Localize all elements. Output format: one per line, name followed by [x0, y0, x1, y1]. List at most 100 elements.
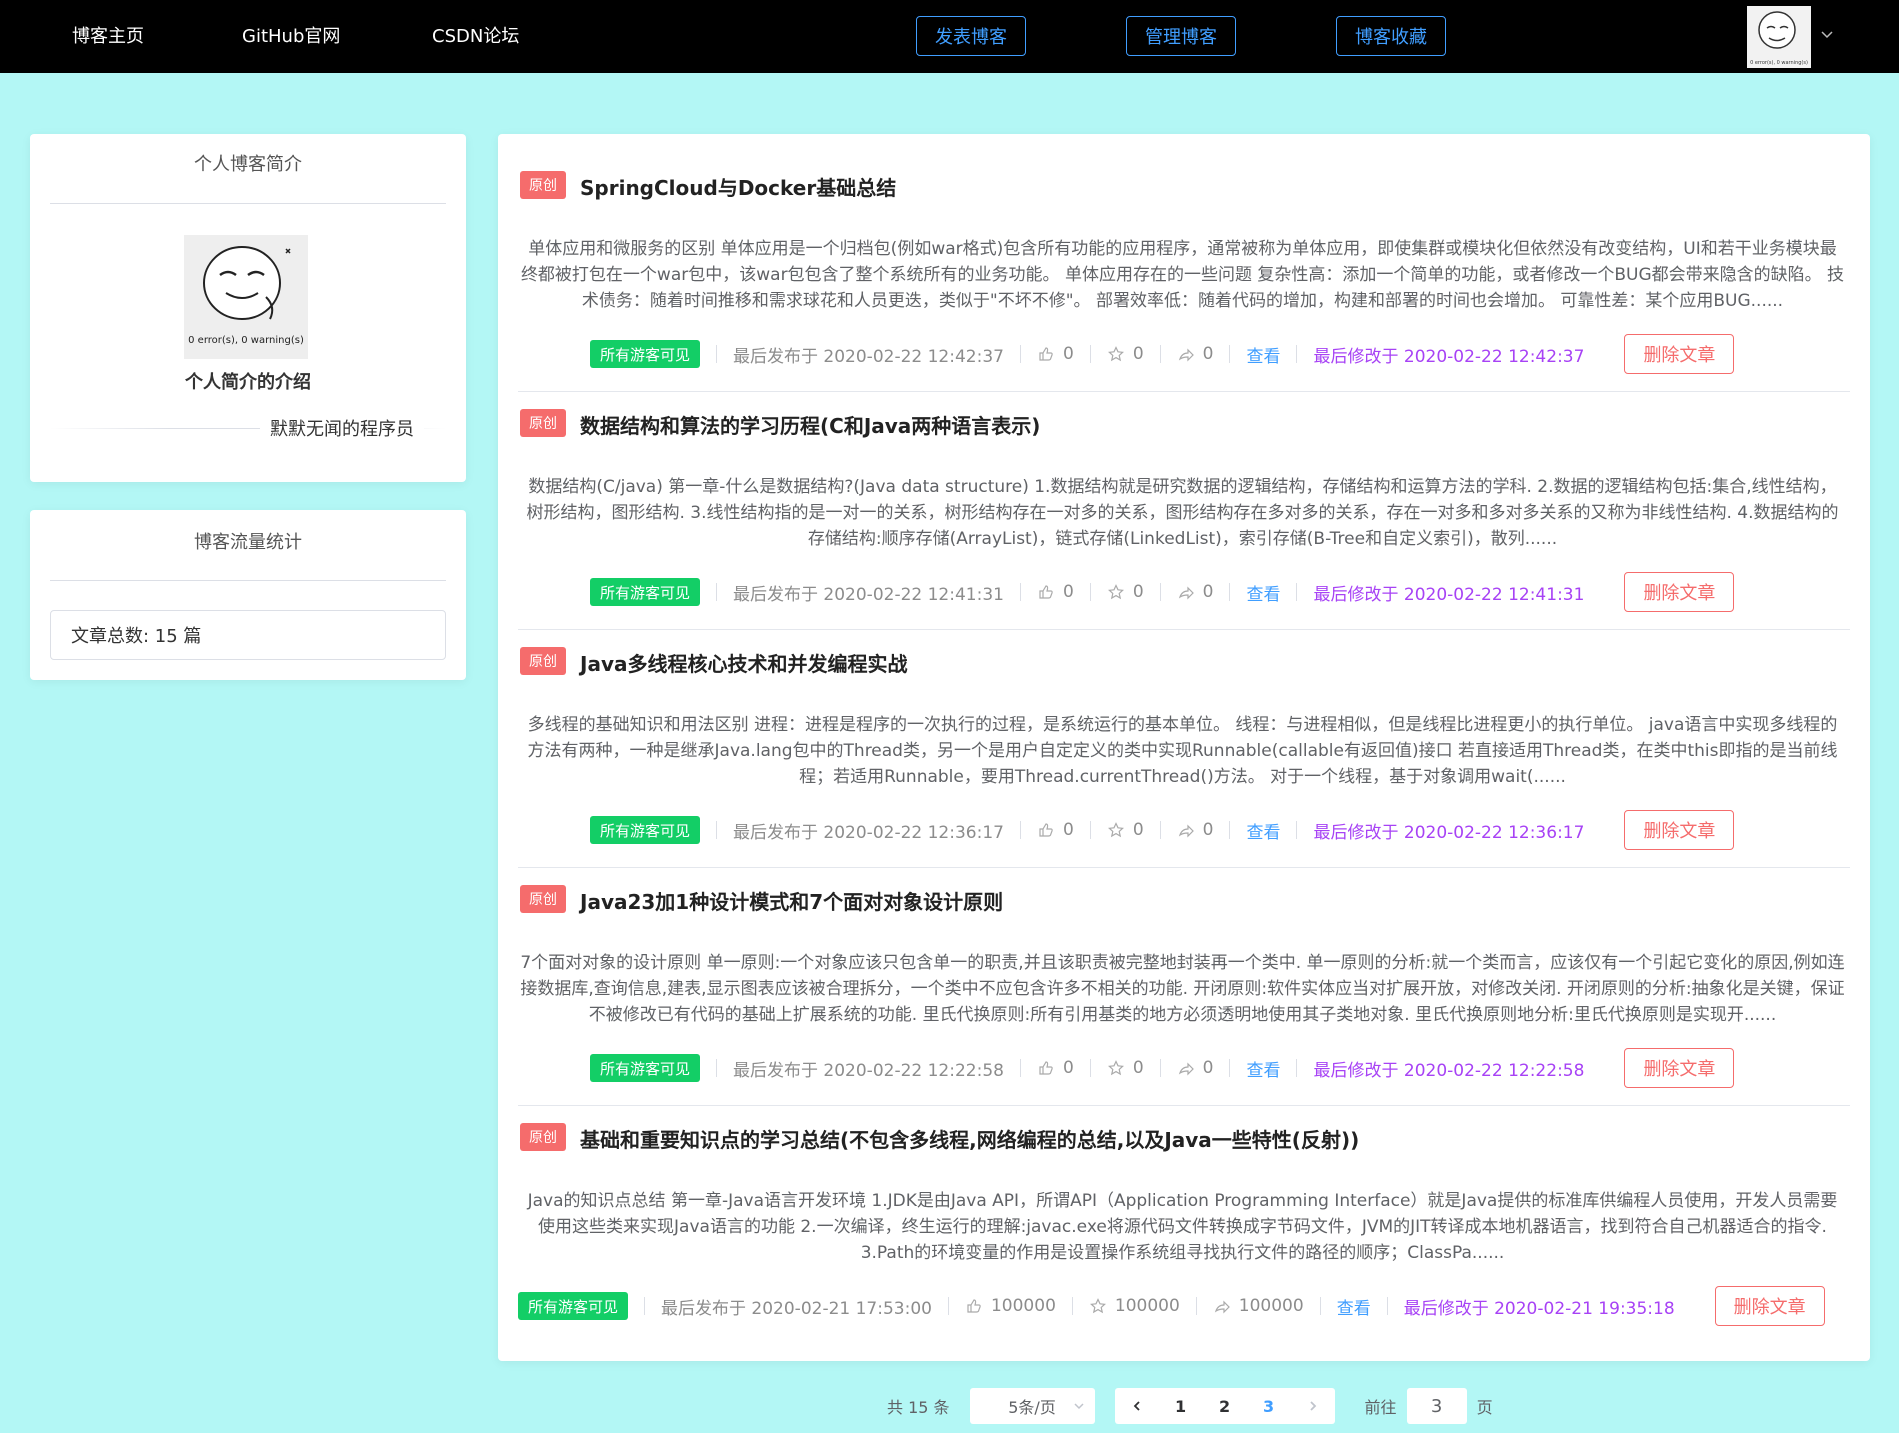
view-link[interactable]: 查看 — [1246, 342, 1280, 367]
delete-article-button[interactable]: 删除文章 — [1624, 810, 1735, 850]
article-item: 原创 Java多线程核心技术和并发编程实战 多线程的基础知识和用法区别 进程：进程是… — [498, 610, 1870, 868]
article-meta: 所有游客可见 最后发布于 2020-02-22 12:36:17 0 0 0 查看 最后修改… — [590, 810, 1735, 850]
modified-time: 最后修改于 2020-02-22 12:36:17 — [1313, 822, 1585, 843]
profile-card: 个人博客简介 0 error(s), 0 warning(s) 个人简介的介绍 … — [30, 134, 466, 482]
profile-card-title: 个人博客简介 — [194, 154, 302, 175]
star-count: 0 — [1132, 344, 1144, 364]
article-meta: 所有游客可见 最后发布于 2020-02-22 12:41:31 0 0 0 查看 最后修改… — [590, 572, 1735, 612]
thumbs-up-icon[interactable] — [1037, 345, 1055, 363]
delete-article-button[interactable]: 删除文章 — [1714, 1286, 1825, 1326]
star-icon[interactable] — [1107, 1059, 1125, 1077]
share-icon[interactable] — [1177, 821, 1195, 839]
article-item: 原创 SpringCloud与Docker基础总结单体应用和微服务的区别 单体应用… — [498, 134, 1870, 392]
user-avatar[interactable]: 0 error(s), 0 warning(s) — [1747, 6, 1811, 68]
original-badge: 原创 — [520, 885, 566, 913]
delete-article-button[interactable]: 删除文章 — [1624, 572, 1735, 612]
profile-avatar: 0 error(s), 0 warning(s) — [184, 235, 308, 359]
page-2[interactable]: 2 — [1203, 1388, 1247, 1424]
like-count: 0 — [1062, 1058, 1074, 1078]
star-icon[interactable] — [1107, 821, 1125, 839]
thumbs-up-icon[interactable] — [965, 1297, 983, 1315]
profile-heading: 个人简介的介绍 — [185, 372, 311, 393]
goto-page-input[interactable]: 3 — [1406, 1388, 1467, 1424]
stats-card: 博客流量统计 文章总数: 15 篇 — [30, 510, 466, 680]
published-time: 最后发布于 2020-02-21 17:53:00 — [661, 1298, 932, 1319]
article-meta: 所有游客可见 最后发布于 2020-02-22 12:22:58 0 0 0 查看 最后修改… — [590, 1048, 1735, 1088]
share-count: 100000 — [1238, 1296, 1304, 1316]
star-icon[interactable] — [1089, 1297, 1107, 1315]
article-summary: 7个面对对象的设计原则 单一原则:一个对象应该只包含单一的职责,并且该职责被完整… — [520, 953, 1845, 1025]
like-count: 100000 — [990, 1296, 1056, 1316]
chevron-down-icon[interactable] — [1820, 26, 1834, 40]
visibility-tag: 所有游客可见 — [590, 340, 701, 368]
manage-blog-button[interactable]: 管理博客 — [1126, 16, 1236, 56]
top-nav: 博客主页 GitHub官网 CSDN论坛 发表博客 管理博客 博客收藏 0 er… — [0, 0, 1899, 73]
delete-article-button[interactable]: 删除文章 — [1624, 1048, 1735, 1088]
published-time: 最后发布于 2020-02-22 12:36:17 — [733, 822, 1004, 843]
article-title[interactable]: 基础和重要知识点的学习总结(不包含多线程,网络编程的总结,以及Java一些特性(… — [580, 1124, 1359, 1153]
original-badge: 原创 — [520, 647, 566, 675]
avatar-caption: 0 error(s), 0 warning(s) — [188, 335, 304, 346]
thumbs-up-icon[interactable] — [1037, 821, 1055, 839]
article-title[interactable]: Java23加1种设计模式和7个面对对象设计原则 — [580, 886, 1003, 915]
article-item: 原创 数据结构和算法的学习历程(C和Java两种语言表示) 数据结构(C/java)… — [498, 372, 1870, 630]
goto-suffix: 页 — [1476, 1398, 1493, 1417]
share-icon[interactable] — [1213, 1297, 1231, 1315]
view-link[interactable]: 查看 — [1246, 580, 1280, 605]
prev-page-button[interactable] — [1115, 1388, 1159, 1424]
original-badge: 原创 — [520, 1123, 566, 1151]
article-item: 原创 Java23加1种设计模式和7个面对对象设计原则 7个面对对象的设计原则 单一… — [498, 848, 1870, 1106]
original-badge: 原创 — [520, 171, 566, 199]
share-count: 0 — [1202, 820, 1214, 840]
visibility-tag: 所有游客可见 — [590, 1054, 701, 1082]
pagination: 共 15 条 5条/页 1 2 3 前往 3 页 — [887, 1387, 1493, 1425]
modified-time: 最后修改于 2020-02-21 19:35:18 — [1403, 1298, 1675, 1319]
star-count: 0 — [1132, 1058, 1144, 1078]
article-meta: 所有游客可见 最后发布于 2020-02-22 12:42:37 0 0 0 查看 最后修改… — [590, 334, 1735, 374]
like-count: 0 — [1062, 344, 1074, 364]
view-link[interactable]: 查看 — [1246, 818, 1280, 843]
delete-article-button[interactable]: 删除文章 — [1624, 334, 1735, 374]
article-title[interactable]: 数据结构和算法的学习历程(C和Java两种语言表示) — [580, 410, 1040, 439]
original-badge: 原创 — [520, 409, 566, 437]
profile-name: 默默无闻的程序员 — [260, 415, 424, 441]
next-page-button[interactable] — [1291, 1388, 1335, 1424]
article-title[interactable]: Java多线程核心技术和并发编程实战 — [580, 648, 907, 677]
article-title[interactable]: SpringCloud与Docker基础总结 — [580, 172, 896, 201]
goto-prefix: 前往 — [1364, 1398, 1397, 1417]
chevron-left-icon — [1133, 1401, 1140, 1411]
share-count: 0 — [1202, 1058, 1214, 1078]
like-count: 0 — [1062, 820, 1074, 840]
thumbs-up-icon[interactable] — [1037, 583, 1055, 601]
page-3[interactable]: 3 — [1247, 1388, 1291, 1424]
published-time: 最后发布于 2020-02-22 12:22:58 — [733, 1060, 1004, 1081]
share-icon[interactable] — [1177, 1059, 1195, 1077]
chevron-right-icon — [1309, 1401, 1316, 1411]
nav-home-link[interactable]: 博客主页 — [72, 22, 144, 48]
article-summary: 数据结构(C/java) 第一章-什么是数据结构?(Java data stru… — [526, 477, 1839, 549]
visibility-tag: 所有游客可见 — [590, 578, 701, 606]
thumbs-up-icon[interactable] — [1037, 1059, 1055, 1077]
article-summary: 单体应用和微服务的区别 单体应用是一个归档包(例如war格式)包含所有功能的应用… — [520, 239, 1845, 311]
article-list: 原创 SpringCloud与Docker基础总结单体应用和微服务的区别 单体应用… — [498, 134, 1870, 1361]
nav-github-link[interactable]: GitHub官网 — [242, 22, 340, 48]
modified-time: 最后修改于 2020-02-22 12:42:37 — [1313, 346, 1585, 367]
share-icon[interactable] — [1177, 583, 1195, 601]
star-count: 0 — [1132, 582, 1144, 602]
modified-time: 最后修改于 2020-02-22 12:41:31 — [1313, 584, 1585, 605]
divider — [50, 580, 446, 581]
page-1[interactable]: 1 — [1159, 1388, 1203, 1424]
blog-favorites-button[interactable]: 博客收藏 — [1336, 16, 1446, 56]
page-size-select[interactable]: 5条/页 — [969, 1388, 1095, 1424]
view-link[interactable]: 查看 — [1246, 1056, 1280, 1081]
share-icon[interactable] — [1177, 345, 1195, 363]
publish-blog-button[interactable]: 发表博客 — [916, 16, 1026, 56]
page-size-value: 5条/页 — [1008, 1398, 1056, 1417]
star-icon[interactable] — [1107, 583, 1125, 601]
view-link[interactable]: 查看 — [1337, 1294, 1371, 1319]
nav-csdn-link[interactable]: CSDN论坛 — [432, 22, 519, 48]
share-count: 0 — [1202, 344, 1214, 364]
star-count: 0 — [1132, 820, 1144, 840]
article-meta: 所有游客可见 最后发布于 2020-02-21 17:53:00 100000 100… — [518, 1286, 1825, 1326]
star-icon[interactable] — [1107, 345, 1125, 363]
